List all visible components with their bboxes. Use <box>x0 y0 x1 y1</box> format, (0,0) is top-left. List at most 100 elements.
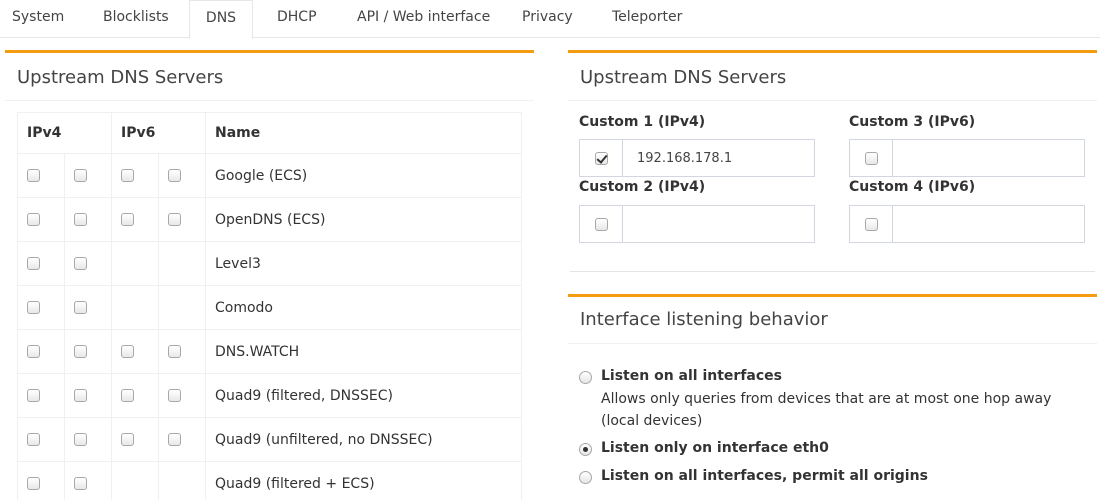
table-row: Google (ECS) <box>17 153 522 198</box>
checkbox-cell <box>111 329 159 374</box>
custom-3-checkbox[interactable] <box>864 151 878 165</box>
table-row: Quad9 (unfiltered, no DNSSEC) <box>17 417 522 462</box>
server-checkbox[interactable] <box>74 301 87 314</box>
checkbox-cell <box>111 153 159 198</box>
server-checkbox[interactable] <box>121 433 134 446</box>
checkbox-cell <box>158 153 206 198</box>
checkbox-cell <box>158 197 206 242</box>
tab-dhcp[interactable]: DHCP <box>277 0 317 38</box>
checkbox-cell <box>64 461 112 500</box>
tab-privacy[interactable]: Privacy <box>522 0 573 38</box>
checkbox-cell <box>17 329 65 374</box>
custom-2-label: Custom 2 (IPv4) <box>579 179 706 195</box>
server-name: DNS.WATCH <box>205 329 522 374</box>
checkbox-cell <box>17 197 65 242</box>
server-checkbox[interactable] <box>168 433 181 446</box>
server-name: Level3 <box>205 241 522 286</box>
checkbox-cell <box>17 461 65 500</box>
checkbox-cell <box>158 285 206 330</box>
server-name: OpenDNS (ECS) <box>205 197 522 242</box>
custom-4-checkbox[interactable] <box>864 217 878 231</box>
custom-2-checkbox[interactable] <box>594 217 608 231</box>
custom-3-group <box>849 139 1085 177</box>
server-checkbox[interactable] <box>74 433 87 446</box>
tab-system[interactable]: System <box>12 0 64 38</box>
box-title: Upstream DNS Servers <box>17 67 224 88</box>
custom-2-input[interactable] <box>623 206 814 242</box>
checkbox-cell <box>158 241 206 286</box>
server-name: Quad9 (unfiltered, no DNSSEC) <box>205 417 522 462</box>
tab-api-web-interface[interactable]: API / Web interface <box>357 0 490 38</box>
server-checkbox[interactable] <box>27 345 40 358</box>
custom-3-label: Custom 3 (IPv6) <box>849 114 976 130</box>
server-checkbox[interactable] <box>74 477 87 490</box>
server-checkbox[interactable] <box>74 345 87 358</box>
server-checkbox[interactable] <box>168 389 181 402</box>
server-checkbox[interactable] <box>74 213 87 226</box>
listen-all-permit-label[interactable]: Listen on all interfaces, permit all ori… <box>601 468 928 484</box>
checkbox-cell <box>111 373 159 418</box>
server-checkbox[interactable] <box>74 257 87 270</box>
box-title: Interface listening behavior <box>580 309 828 330</box>
server-checkbox[interactable] <box>27 433 40 446</box>
checkbox-cell <box>17 285 65 330</box>
header-name: Name <box>205 112 522 154</box>
server-name: Quad9 (filtered, DNSSEC) <box>205 373 522 418</box>
checkbox-cell <box>17 153 65 198</box>
listen-all-radio[interactable] <box>579 371 592 384</box>
custom-1-checkbox[interactable] <box>594 151 608 165</box>
custom-4-input[interactable] <box>893 206 1084 242</box>
server-checkbox[interactable] <box>27 257 40 270</box>
listen-all-description: Allows only queries from devices that ar… <box>601 391 1052 429</box>
divider <box>5 100 534 101</box>
server-checkbox[interactable] <box>74 169 87 182</box>
custom-1-group <box>579 139 815 177</box>
checkbox-cell <box>64 373 112 418</box>
box-title: Upstream DNS Servers <box>580 67 787 88</box>
server-checkbox[interactable] <box>121 213 134 226</box>
server-checkbox[interactable] <box>27 389 40 402</box>
divider <box>568 100 1097 101</box>
table-row: OpenDNS (ECS) <box>17 197 522 242</box>
divider <box>570 271 1095 272</box>
checkbox-cell <box>64 197 112 242</box>
custom-1-label: Custom 1 (IPv4) <box>579 114 706 130</box>
tab-blocklists[interactable]: Blocklists <box>103 0 169 38</box>
checkbox-cell <box>111 197 159 242</box>
custom-1-input[interactable] <box>623 140 814 176</box>
checkbox-cell <box>111 417 159 462</box>
server-checkbox[interactable] <box>27 301 40 314</box>
server-checkbox[interactable] <box>27 169 40 182</box>
divider <box>568 343 1097 344</box>
server-checkbox[interactable] <box>121 389 134 402</box>
checkbox-cell <box>17 241 65 286</box>
server-checkbox[interactable] <box>168 169 181 182</box>
settings-tabs: System Blocklists DNS DHCP API / Web int… <box>0 0 1100 39</box>
server-checkbox[interactable] <box>27 477 40 490</box>
tab-teleporter[interactable]: Teleporter <box>612 0 682 38</box>
dns-servers-table: IPv4 IPv6 Name Google (ECS) OpenDNS (ECS)… <box>17 112 522 500</box>
checkbox-cell <box>158 373 206 418</box>
checkbox-cell <box>64 329 112 374</box>
checkbox-cell <box>158 329 206 374</box>
listen-all-label[interactable]: Listen on all interfaces <box>601 368 782 384</box>
custom-4-group <box>849 205 1085 243</box>
header-ipv4: IPv4 <box>17 112 112 154</box>
checkbox-cell <box>64 285 112 330</box>
listen-eth0-label[interactable]: Listen only on interface eth0 <box>601 440 829 456</box>
server-checkbox[interactable] <box>168 345 181 358</box>
header-ipv6: IPv6 <box>111 112 206 154</box>
checkbox-cell <box>17 373 65 418</box>
custom-4-label: Custom 4 (IPv6) <box>849 179 976 195</box>
table-row: Quad9 (filtered + ECS) <box>17 461 522 500</box>
table-row: Level3 <box>17 241 522 286</box>
custom-3-input[interactable] <box>893 140 1084 176</box>
listen-eth0-radio[interactable] <box>579 443 592 456</box>
listen-all-permit-radio[interactable] <box>579 471 592 484</box>
server-checkbox[interactable] <box>74 389 87 402</box>
server-checkbox[interactable] <box>27 213 40 226</box>
tab-dns[interactable]: DNS <box>189 0 253 39</box>
server-checkbox[interactable] <box>168 213 181 226</box>
server-checkbox[interactable] <box>121 169 134 182</box>
server-checkbox[interactable] <box>121 345 134 358</box>
